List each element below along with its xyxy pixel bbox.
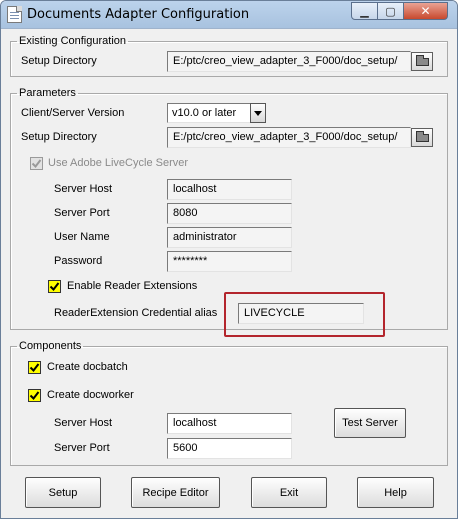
recipe-editor-button[interactable]: Recipe Editor xyxy=(131,477,220,508)
parameters-browse-button[interactable] xyxy=(411,128,433,147)
close-button[interactable]: ✕ xyxy=(403,2,448,20)
client-server-version-label: Client/Server Version xyxy=(21,107,125,119)
maximize-icon: ▢ xyxy=(385,4,396,18)
setup-button[interactable]: Setup xyxy=(25,477,101,508)
checkmark-icon xyxy=(49,282,60,292)
components-legend: Components xyxy=(19,340,82,352)
dialog-window: Documents Adapter Configuration ▁ ▢ ✕ Ex… xyxy=(0,0,458,519)
parameters-setup-directory-label: Setup Directory xyxy=(21,131,97,143)
checkmark-icon xyxy=(29,391,40,401)
server-host-field[interactable]: localhost xyxy=(167,179,292,200)
enable-reader-extensions-checkbox[interactable] xyxy=(48,280,61,293)
enable-reader-extensions-label: Enable Reader Extensions xyxy=(67,280,198,292)
credential-alias-label: ReaderExtension Credential alias xyxy=(54,307,218,319)
maximize-button[interactable]: ▢ xyxy=(377,2,404,20)
user-name-field[interactable]: administrator xyxy=(167,227,292,248)
checkmark-icon xyxy=(29,363,40,373)
component-server-port-label: Server Port xyxy=(54,442,110,454)
help-button[interactable]: Help xyxy=(357,477,434,508)
server-port-label: Server Port xyxy=(54,207,110,219)
document-icon xyxy=(7,6,22,23)
password-field[interactable]: ******** xyxy=(167,251,292,272)
folder-icon xyxy=(416,55,429,66)
minimize-button[interactable]: ▁ xyxy=(351,2,378,20)
server-host-label: Server Host xyxy=(54,183,113,195)
window-title: Documents Adapter Configuration xyxy=(27,7,250,22)
folder-icon xyxy=(416,131,429,142)
create-docworker-checkbox[interactable] xyxy=(28,389,41,402)
minimize-icon: ▁ xyxy=(360,4,369,18)
title-bar[interactable]: Documents Adapter Configuration ▁ ▢ ✕ xyxy=(1,1,457,29)
user-name-label: User Name xyxy=(54,231,110,243)
parameters-setup-directory-field[interactable]: E:/ptc/creo_view_adapter_3_F000/doc_setu… xyxy=(167,127,411,148)
parameters-legend: Parameters xyxy=(19,87,76,99)
create-docbatch-checkbox[interactable] xyxy=(28,361,41,374)
chevron-down-icon[interactable] xyxy=(250,103,266,123)
create-docworker-label: Create docworker xyxy=(47,389,134,401)
client-server-version-select[interactable]: v10.0 or later xyxy=(167,103,251,123)
exit-button[interactable]: Exit xyxy=(251,477,327,508)
component-server-host-field[interactable]: localhost xyxy=(167,413,292,434)
existing-setup-directory-label: Setup Directory xyxy=(21,55,97,67)
existing-setup-directory-field[interactable]: E:/ptc/creo_view_adapter_3_F000/doc_setu… xyxy=(167,51,411,72)
create-docbatch-label: Create docbatch xyxy=(47,361,128,373)
component-server-host-label: Server Host xyxy=(54,417,113,429)
component-server-port-field[interactable]: 5600 xyxy=(167,438,292,459)
existing-browse-button[interactable] xyxy=(411,52,433,71)
use-livecycle-checkbox[interactable] xyxy=(30,157,43,170)
close-icon: ✕ xyxy=(420,4,431,18)
test-server-button[interactable]: Test Server xyxy=(334,408,406,438)
use-livecycle-label: Use Adobe LiveCycle Server xyxy=(48,157,189,169)
password-label: Password xyxy=(54,255,103,267)
server-port-field[interactable]: 8080 xyxy=(167,203,292,224)
highlight-box xyxy=(224,292,385,337)
checkmark-icon xyxy=(31,159,42,169)
existing-configuration-legend: Existing Configuration xyxy=(19,35,127,47)
